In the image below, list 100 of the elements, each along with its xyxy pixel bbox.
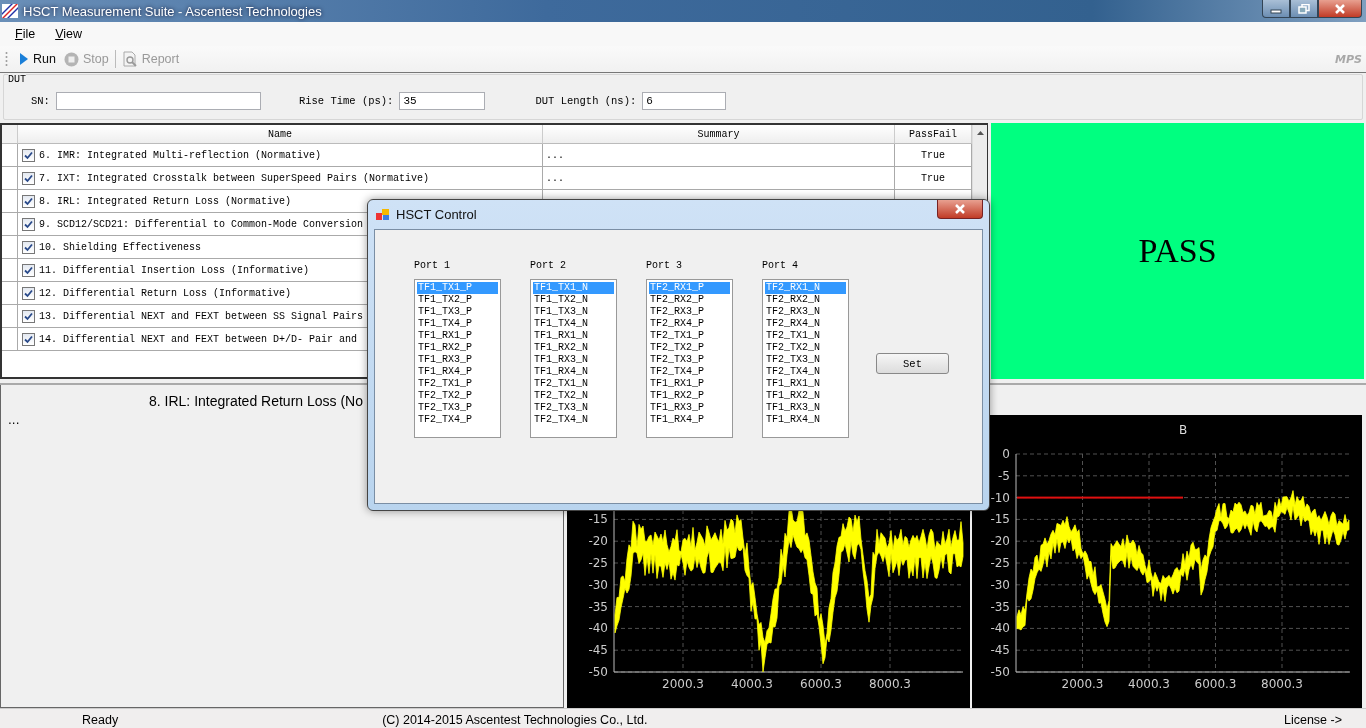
list-item[interactable]: TF1_RX4_N: [765, 414, 846, 426]
list-item[interactable]: TF2_RX3_P: [649, 306, 730, 318]
port-listbox[interactable]: TF1_TX1_N TF1_TX2_N TF1_TX3_N TF1_TX4_N TF1_RX1_N TF1_RX2_N TF1_RX3_N TF1_RX4_N TF2_TX1_N TF2_TX2_N TF2_TX3_N TF2_TX4_N: [530, 279, 617, 438]
list-item[interactable]: TF2_RX3_N: [765, 306, 846, 318]
axis-label: 8000.3: [869, 677, 911, 691]
list-item[interactable]: TF2_RX4_N: [765, 318, 846, 330]
list-item[interactable]: TF1_RX2_N: [533, 342, 614, 354]
list-item[interactable]: TF1_TX2_P: [417, 294, 498, 306]
list-item[interactable]: TF2_TX2_P: [649, 342, 730, 354]
detail-text: ...: [8, 413, 20, 427]
set-button[interactable]: Set: [876, 353, 949, 374]
port-listbox[interactable]: TF2_RX1_P TF2_RX2_P TF2_RX3_P TF2_RX4_P TF2_TX1_P TF2_TX2_P TF2_TX3_P TF2_TX4_P TF1_RX1_P TF1_RX2_P TF1_RX3_P TF1_RX4_P: [646, 279, 733, 438]
list-item[interactable]: TF1_TX3_P: [417, 306, 498, 318]
list-item[interactable]: TF1_RX4_P: [649, 414, 730, 426]
field-label: Rise Time (ps):: [298, 95, 394, 107]
table-cell: ...: [543, 167, 895, 190]
status-text: Ready: [82, 713, 119, 727]
cell-text: 11. Differential Insertion Loss (Informative): [39, 264, 310, 276]
axis-label: -40: [990, 621, 1010, 636]
list-item[interactable]: TF2_TX3_P: [417, 402, 498, 414]
result-text: PASS: [1138, 232, 1217, 270]
cell-text: 13. Differential NEXT and FEXT between SS Signal Pairs: [39, 310, 364, 322]
axis-label: 4000.3: [1128, 677, 1170, 691]
axis-label: 2000.3: [1061, 677, 1104, 691]
cell-text: 6. IMR: Integrated Multi-reflection (Normative): [39, 149, 322, 161]
cell-text: 12. Differential Return Loss (Informative): [39, 287, 292, 299]
list-item[interactable]: TF2_TX1_N: [533, 378, 614, 390]
axis-label: -50: [990, 665, 1010, 679]
list-item[interactable]: TF1_RX1_N: [765, 378, 846, 390]
axis-label: -35: [990, 599, 1010, 614]
list-item[interactable]: TF2_TX4_P: [417, 414, 498, 426]
axis-label: -50: [588, 665, 608, 679]
list-item[interactable]: TF2_TX1_P: [649, 330, 730, 342]
list-item[interactable]: TF2_TX4_P: [649, 366, 730, 378]
list-item[interactable]: TF1_RX1_P: [649, 378, 730, 390]
port-listbox[interactable]: TF1_TX1_P TF1_TX2_P TF1_TX3_P TF1_TX4_P TF1_RX1_P TF1_RX2_P TF1_RX3_P TF1_RX4_P TF2_TX1_P TF2_TX2_P TF2_TX3_P TF2_TX4_P: [414, 279, 501, 438]
list-item[interactable]: TF2_RX2_P: [649, 294, 730, 306]
list-item[interactable]: TF1_TX2_N: [533, 294, 614, 306]
axis-label: -15: [588, 512, 608, 527]
table-cell: True: [895, 144, 972, 167]
cell-text: 9. SCD12/SCD21: Differential to Common-Mode Conversion: [39, 218, 364, 230]
list-item[interactable]: TF1_RX1_N: [533, 330, 614, 342]
list-item[interactable]: TF1_TX4_N: [533, 318, 614, 330]
axis-label: 8000.3: [1261, 677, 1303, 691]
list-item[interactable]: TF2_TX4_N: [765, 366, 846, 378]
cell-text: 7. IXT: Integrated Crosstalk between SuperSpeed Pairs (Normative): [39, 172, 430, 184]
text-field[interactable]: 6: [642, 92, 727, 110]
field-label: DUT Length (ns):: [535, 95, 637, 107]
list-item[interactable]: TF1_RX4_P: [417, 366, 498, 378]
list-item[interactable]: TF2_TX2_N: [765, 342, 846, 354]
cell-text: 8. IRL: Integrated Return Loss (Normative): [39, 195, 292, 207]
axis-label: -45: [588, 643, 608, 658]
port-listbox[interactable]: TF2_RX1_N TF2_RX2_N TF2_RX3_N TF2_RX4_N TF2_TX1_N TF2_TX2_N TF2_TX3_N TF2_TX4_N TF1_RX1_N TF1_RX2_N TF1_RX3_N TF1_RX4_N: [762, 279, 849, 438]
axis-label: 2000.3: [662, 677, 704, 691]
list-item[interactable]: TF2_TX1_P: [417, 378, 498, 390]
list-item[interactable]: TF1_RX3_P: [649, 402, 730, 414]
list-item[interactable]: TF2_TX2_P: [417, 390, 498, 402]
axis-label: -10: [990, 490, 1010, 505]
axis-label: -30: [990, 577, 1010, 592]
column-header[interactable]: PassFail: [895, 125, 972, 144]
list-item[interactable]: TF1_RX2_P: [649, 390, 730, 402]
license-link[interactable]: License ->: [1283, 713, 1342, 727]
axis-label: -20: [990, 534, 1010, 549]
port-label: Port 3: [646, 260, 683, 272]
menu-item[interactable]: File: [7, 25, 44, 43]
menu-item[interactable]: View: [47, 25, 91, 43]
list-item[interactable]: TF1_RX2_P: [417, 342, 498, 354]
axis-label: -20: [588, 534, 608, 549]
axis-label: -25: [990, 556, 1010, 570]
axis-label: -25: [588, 556, 608, 570]
list-item[interactable]: TF2_TX3_N: [765, 354, 846, 366]
list-item[interactable]: TF2_TX3_N: [533, 402, 614, 414]
list-item[interactable]: TF1_TX4_P: [417, 318, 498, 330]
list-item[interactable]: TF1_RX3_P: [417, 354, 498, 366]
chart-title: B: [1178, 423, 1188, 437]
toolbar-button[interactable]: Run: [16, 50, 59, 68]
list-item[interactable]: TF1_RX4_N: [533, 366, 614, 378]
axis-label: -5: [998, 468, 1010, 483]
list-item[interactable]: TF1_RX1_P: [417, 330, 498, 342]
list-item[interactable]: TF1_RX2_N: [765, 390, 846, 402]
column-header[interactable]: Summary: [543, 125, 895, 144]
list-item[interactable]: TF2_TX4_N: [533, 414, 614, 426]
list-item[interactable]: TF1_RX3_N: [765, 402, 846, 414]
list-item[interactable]: TF2_RX4_P: [649, 318, 730, 330]
brand-label: MPS: [1335, 52, 1362, 66]
column-header[interactable]: Name: [18, 125, 543, 144]
axis-label: 6000.3: [800, 677, 842, 691]
text-field[interactable]: 35: [399, 92, 486, 110]
list-item[interactable]: TF2_TX2_N: [533, 390, 614, 402]
table-cell: ...: [543, 144, 895, 167]
list-item[interactable]: TF1_RX3_N: [533, 354, 614, 366]
list-item[interactable]: TF2_TX1_N: [765, 330, 846, 342]
list-item[interactable]: TF2_RX2_N: [765, 294, 846, 306]
list-item[interactable]: TF1_TX3_N: [533, 306, 614, 318]
axis-label: -15: [990, 512, 1010, 527]
axis-label: -35: [588, 599, 608, 614]
detail-title: 8. IRL: Integrated Return Loss (No: [149, 393, 363, 409]
port-label: Port 2: [530, 260, 567, 272]
list-item[interactable]: TF2_TX3_P: [649, 354, 730, 366]
axis-label: 6000.3: [1194, 677, 1237, 691]
